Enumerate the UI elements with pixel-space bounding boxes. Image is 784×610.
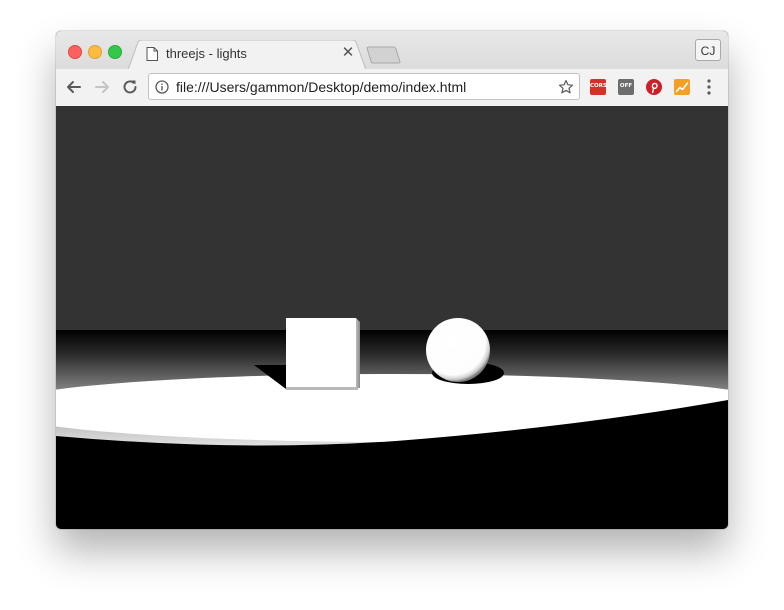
- analytics-icon[interactable]: [674, 79, 690, 95]
- window-close-button[interactable]: [68, 45, 82, 59]
- browser-toolbar: file:///Users/gammon/Desktop/demo/index.…: [56, 69, 728, 107]
- info-icon[interactable]: [155, 80, 169, 94]
- star-icon[interactable]: [558, 79, 574, 95]
- address-bar[interactable]: file:///Users/gammon/Desktop/demo/index.…: [148, 73, 580, 100]
- vertical-dots-icon[interactable]: [701, 78, 717, 96]
- tab-title: threejs - lights: [166, 46, 247, 61]
- arrow-right-icon[interactable]: [92, 77, 112, 97]
- page-icon: [146, 47, 158, 61]
- title-bar: threejs - lights ✕ CJ: [56, 31, 728, 70]
- close-icon[interactable]: ✕: [340, 45, 356, 61]
- scene-background: [56, 106, 728, 331]
- cors-extension-icon[interactable]: CORS: [590, 79, 607, 95]
- window-minimize-button[interactable]: [88, 45, 102, 59]
- reload-icon[interactable]: [120, 77, 140, 97]
- webgl-canvas[interactable]: [56, 106, 728, 529]
- new-tab-icon[interactable]: [365, 46, 403, 66]
- active-tab[interactable]: [128, 40, 366, 70]
- browser-window: threejs - lights ✕ CJ file:///Users/gamm…: [56, 31, 728, 529]
- pinterest-icon[interactable]: [646, 79, 662, 95]
- off-extension-icon[interactable]: OFF: [618, 79, 634, 95]
- arrow-left-icon[interactable]: [64, 77, 84, 97]
- window-maximize-button[interactable]: [108, 45, 122, 59]
- sphere: [426, 318, 490, 382]
- cube: [286, 318, 360, 390]
- url-text[interactable]: file:///Users/gammon/Desktop/demo/index.…: [176, 79, 466, 95]
- profile-button[interactable]: CJ: [695, 39, 721, 61]
